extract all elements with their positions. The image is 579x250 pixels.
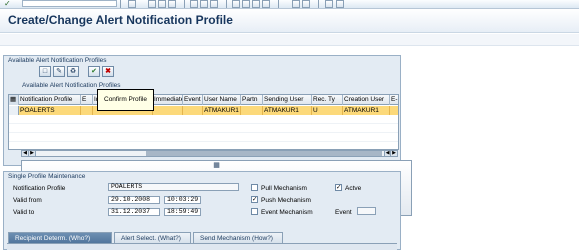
column-header-creation-user[interactable]: Creation User — [343, 95, 390, 105]
enter-icon[interactable]: ✓ — [4, 0, 13, 8]
event-field[interactable] — [357, 207, 376, 215]
title-bar: Create/Change Alert Notification Profile — [0, 9, 579, 33]
toolbar-separator — [184, 0, 185, 8]
active-label: Actve — [345, 185, 362, 192]
column-header-e[interactable]: E — [81, 95, 93, 105]
cell-rec-type[interactable]: U — [312, 106, 343, 115]
toolbar-separator — [120, 0, 121, 8]
exit-icon[interactable] — [158, 0, 166, 8]
cell-profile[interactable]: POALERTS — [19, 106, 81, 115]
empty-row — [9, 115, 398, 124]
cell-email[interactable] — [390, 106, 398, 115]
cancel-icon[interactable]: ✖ — [102, 66, 114, 77]
first-page-icon[interactable] — [232, 0, 240, 8]
event-mechanism-label: Event Mechanism — [261, 209, 313, 216]
create-icon[interactable]: □ — [39, 66, 51, 77]
toolbar-separator — [318, 0, 319, 8]
column-header-profile[interactable]: Notification Profile — [19, 95, 81, 105]
cell-immediate[interactable] — [153, 106, 183, 115]
last-page-icon[interactable] — [262, 0, 270, 8]
valid-to-label: Valid to — [13, 209, 35, 216]
maintenance-panel-title: Single Profile Maintenance — [8, 173, 86, 180]
valid-to-time-field[interactable]: 18:59:49 — [164, 208, 201, 216]
scroll-left-icon[interactable]: ◀ — [22, 151, 29, 156]
scroll-left-end-icon[interactable]: ◀ — [384, 151, 391, 156]
cell-event[interactable] — [183, 106, 203, 115]
scroll-right-end-icon[interactable]: ▶ — [391, 151, 398, 156]
find-icon[interactable] — [200, 0, 208, 8]
empty-row — [9, 133, 398, 142]
empty-row — [9, 124, 398, 133]
column-header-sending-user[interactable]: Sending User — [263, 95, 312, 105]
tab-content — [7, 243, 397, 250]
cell-partner[interactable] — [241, 106, 263, 115]
column-header-event[interactable]: Event — [183, 95, 203, 105]
pull-mechanism-label: Pull Mechanism — [261, 185, 307, 192]
layout-icon[interactable] — [336, 0, 344, 8]
push-mechanism-label: Push Mechanism — [261, 197, 311, 204]
cell-e[interactable] — [81, 106, 93, 115]
event-mechanism-checkbox[interactable] — [251, 208, 258, 215]
column-header-rec-type[interactable]: Rec. Ty — [312, 95, 343, 105]
table-header: ▦ Notification Profile E Id Immediate Ev… — [9, 95, 398, 105]
find-next-icon[interactable] — [210, 0, 218, 8]
print-icon[interactable] — [190, 0, 198, 8]
change-icon[interactable]: ✎ — [53, 66, 65, 77]
toolbar-separator — [278, 0, 279, 8]
column-header-partner[interactable]: Partn — [241, 95, 263, 105]
tooltip: Confirm Profile — [97, 89, 154, 111]
cell-user-name[interactable]: ATMAKUR1 — [203, 106, 241, 115]
table-caption: Available Alert Notification Profiles — [22, 82, 121, 89]
push-mechanism-checkbox[interactable]: ✓ — [251, 196, 258, 203]
select-all-icon[interactable]: ▦ — [9, 95, 19, 105]
pull-mechanism-checkbox[interactable] — [251, 184, 258, 191]
profiles-table: ▦ Notification Profile E Id Immediate Ev… — [8, 94, 399, 150]
shortcut-icon[interactable] — [302, 0, 310, 8]
cancel-icon[interactable] — [168, 0, 176, 8]
column-header-email[interactable]: E-M — [390, 95, 398, 105]
application-toolbar — [0, 34, 579, 46]
valid-from-time-field[interactable]: 10:03:29 — [164, 196, 201, 204]
scroll-right-icon[interactable]: ▶ — [29, 151, 36, 156]
valid-to-date-field[interactable]: 31.12.2037 — [108, 208, 160, 216]
column-header-user-name[interactable]: User Name — [203, 95, 241, 105]
valid-from-label: Valid from — [13, 197, 42, 204]
profiles-panel-title: Available Alert Notification Profiles — [8, 57, 107, 64]
page-title: Create/Change Alert Notification Profile — [8, 13, 233, 27]
horizontal-scrollbar[interactable]: ◀ ▶ ◀ ▶ — [21, 150, 398, 157]
command-field[interactable] — [22, 0, 117, 7]
table-row[interactable]: POALERTS ATMAKUR1 ATMAKUR1 U ATMAKUR1 — [9, 106, 398, 115]
delete-icon[interactable]: ♻ — [67, 66, 79, 77]
help-icon[interactable] — [325, 0, 333, 8]
cell-creation-user[interactable]: ATMAKUR1 — [343, 106, 390, 115]
valid-from-date-field[interactable]: 29.10.2008 — [108, 196, 160, 204]
row-selector[interactable] — [9, 106, 19, 115]
save-icon[interactable] — [128, 0, 136, 8]
system-toolbar: ✓ — [0, 0, 579, 9]
confirm-icon[interactable]: ✔ — [88, 66, 100, 77]
toolbar-separator — [226, 0, 227, 8]
cell-sending-user[interactable]: ATMAKUR1 — [263, 106, 312, 115]
notification-profile-field[interactable]: POALERTS — [108, 183, 239, 191]
next-page-icon[interactable] — [252, 0, 260, 8]
previous-page-icon[interactable] — [242, 0, 250, 8]
create-session-icon[interactable] — [292, 0, 300, 8]
back-icon[interactable] — [148, 0, 156, 8]
scrollbar-thumb[interactable] — [146, 151, 382, 156]
notification-profile-label: Notification Profile — [13, 185, 66, 192]
active-checkbox[interactable]: ✓ — [335, 184, 342, 191]
column-header-immediate[interactable]: Immediate — [153, 95, 183, 105]
event-label: Event — [335, 209, 352, 216]
